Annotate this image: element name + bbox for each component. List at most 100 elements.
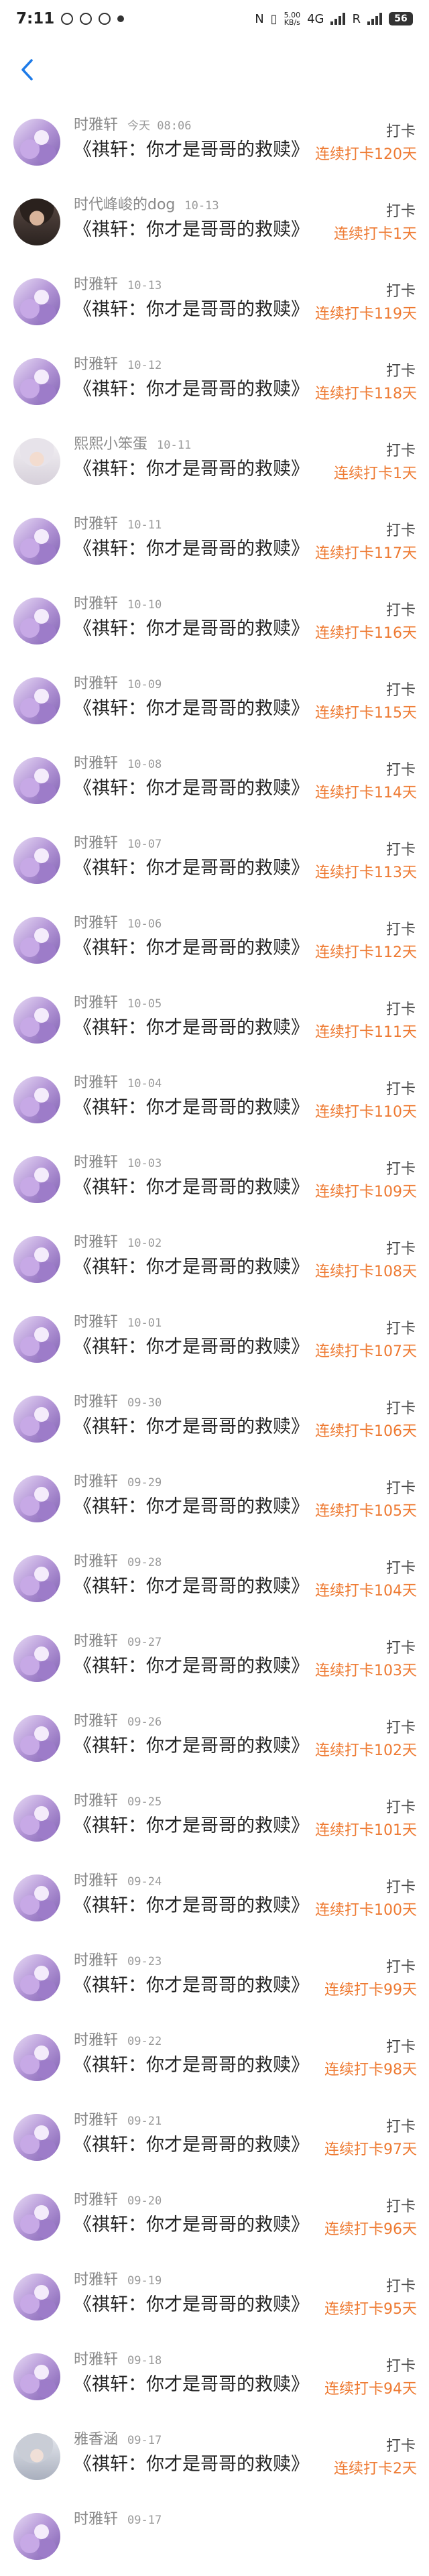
streak-count: 连续打卡97天 [324, 2141, 417, 2158]
list-item[interactable]: 时雅轩 09-17 [0, 2496, 429, 2576]
list-item[interactable]: 时雅轩 09-22 《祺轩：你才是哥哥的救赎》 打卡 连续打卡98天 [0, 2017, 429, 2097]
list-item[interactable]: 时雅轩 10-04 《祺轩：你才是哥哥的救赎》 打卡 连续打卡110天 [0, 1060, 429, 1139]
list-item[interactable]: 时雅轩 09-25 《祺轩：你才是哥哥的救赎》 打卡 连续打卡101天 [0, 1778, 429, 1858]
nfc-icon: N [255, 11, 264, 26]
vibrate-icon: ▯ [270, 11, 278, 26]
list-item[interactable]: 时雅轩 10-10 《祺轩：你才是哥哥的救赎》 打卡 连续打卡116天 [0, 581, 429, 661]
list-item[interactable]: 时代峰峻的dog 10-13 《祺轩：你才是哥哥的救赎》 打卡 连续打卡1天 [0, 182, 429, 262]
list-item[interactable]: 时雅轩 09-23 《祺轩：你才是哥哥的救赎》 打卡 连续打卡99天 [0, 1938, 429, 2017]
avatar[interactable] [13, 677, 60, 724]
avatar[interactable] [13, 1236, 60, 1283]
checkin-action-label: 打卡 [385, 1959, 416, 1976]
avatar[interactable] [13, 2353, 60, 2400]
list-item[interactable]: 时雅轩 10-01 《祺轩：你才是哥哥的救赎》 打卡 连续打卡107天 [0, 1299, 429, 1379]
username: 时雅轩 [74, 1074, 119, 1091]
list-item[interactable]: 时雅轩 今天 08:06 《祺轩：你才是哥哥的救赎》 打卡 连续打卡120天 [0, 102, 429, 182]
avatar[interactable] [13, 119, 60, 166]
avatar[interactable] [13, 199, 60, 245]
list-item[interactable]: 时雅轩 10-13 《祺轩：你才是哥哥的救赎》 打卡 连续打卡119天 [0, 262, 429, 341]
item-title: 《祺轩：你才是哥哥的救赎》 [74, 2374, 309, 2395]
avatar[interactable] [13, 1156, 60, 1203]
checkin-action-label: 打卡 [385, 2358, 416, 2375]
username: 时雅轩 [74, 356, 119, 373]
avatar[interactable] [13, 2274, 60, 2320]
avatar[interactable] [13, 598, 60, 645]
username: 时雅轩 [74, 675, 119, 692]
timestamp: 09-23 [127, 1955, 162, 1968]
list-item[interactable]: 时雅轩 10-03 《祺轩：你才是哥哥的救赎》 打卡 连续打卡109天 [0, 1139, 429, 1219]
item-meta: 时雅轩 10-04 [74, 1070, 162, 1092]
checkin-action-label: 打卡 [385, 522, 416, 539]
list-item[interactable]: 时雅轩 09-29 《祺轩：你才是哥哥的救赎》 打卡 连续打卡105天 [0, 1459, 429, 1538]
item-meta: 时雅轩 10-08 [74, 751, 162, 773]
list-item[interactable]: 时雅轩 09-21 《祺轩：你才是哥哥的救赎》 打卡 连续打卡97天 [0, 2097, 429, 2177]
avatar[interactable] [13, 1635, 60, 1682]
avatar[interactable] [13, 1555, 60, 1602]
list-item[interactable]: 时雅轩 10-08 《祺轩：你才是哥哥的救赎》 打卡 连续打卡114天 [0, 740, 429, 820]
list-item[interactable]: 时雅轩 09-20 《祺轩：你才是哥哥的救赎》 打卡 连续打卡96天 [0, 2177, 429, 2257]
avatar[interactable] [13, 757, 60, 804]
list-item[interactable]: 时雅轩 10-11 《祺轩：你才是哥哥的救赎》 打卡 连续打卡117天 [0, 501, 429, 581]
list-item[interactable]: 时雅轩 09-28 《祺轩：你才是哥哥的救赎》 打卡 连续打卡104天 [0, 1538, 429, 1618]
timestamp: 09-29 [127, 1476, 162, 1490]
avatar[interactable] [13, 997, 60, 1044]
timestamp: 10-06 [127, 917, 162, 931]
list-item[interactable]: 熙熙小笨蛋 10-11 《祺轩：你才是哥哥的救赎》 打卡 连续打卡1天 [0, 421, 429, 501]
username: 时雅轩 [74, 2272, 119, 2288]
checkin-action-label: 打卡 [385, 2438, 416, 2455]
list-item[interactable]: 时雅轩 09-19 《祺轩：你才是哥哥的救赎》 打卡 连续打卡95天 [0, 2257, 429, 2337]
avatar[interactable] [13, 2513, 60, 2560]
list-item[interactable]: 时雅轩 10-07 《祺轩：你才是哥哥的救赎》 打卡 连续打卡113天 [0, 820, 429, 900]
avatar[interactable] [13, 1954, 60, 2001]
avatar[interactable] [13, 358, 60, 405]
item-title: 《祺轩：你才是哥哥的救赎》 [74, 1097, 309, 1118]
avatar[interactable] [13, 518, 60, 565]
avatar[interactable] [13, 2194, 60, 2241]
username: 时雅轩 [74, 1234, 119, 1251]
list-item[interactable]: 时雅轩 10-09 《祺轩：你才是哥哥的救赎》 打卡 连续打卡115天 [0, 661, 429, 740]
avatar[interactable] [13, 1795, 60, 1842]
messenger-icon [80, 13, 93, 25]
avatar[interactable] [13, 837, 60, 884]
item-title: 《祺轩：你才是哥哥的救赎》 [74, 539, 309, 559]
list-item[interactable]: 时雅轩 10-12 《祺轩：你才是哥哥的救赎》 打卡 连续打卡118天 [0, 341, 429, 421]
timestamp: 10-09 [127, 678, 162, 691]
streak-count: 连续打卡119天 [315, 306, 417, 323]
item-title: 《祺轩：你才是哥哥的救赎》 [74, 1975, 309, 1996]
avatar[interactable] [13, 1396, 60, 1443]
avatar[interactable] [13, 438, 60, 485]
streak-count: 连续打卡108天 [315, 1264, 417, 1280]
list-item[interactable]: 时雅轩 10-02 《祺轩：你才是哥哥的救赎》 打卡 连续打卡108天 [0, 1219, 429, 1299]
avatar[interactable] [13, 1874, 60, 1921]
timestamp: 09-18 [127, 2354, 162, 2367]
avatar[interactable] [13, 278, 60, 325]
username: 时雅轩 [74, 2511, 119, 2528]
checkin-action-label: 打卡 [385, 602, 416, 619]
list-item[interactable]: 时雅轩 09-18 《祺轩：你才是哥哥的救赎》 打卡 连续打卡94天 [0, 2337, 429, 2416]
back-button[interactable] [12, 55, 42, 85]
list-item[interactable]: 时雅轩 09-27 《祺轩：你才是哥哥的救赎》 打卡 连续打卡103天 [0, 1618, 429, 1698]
item-meta: 时雅轩 09-20 [74, 2188, 162, 2209]
list-item[interactable]: 雅香涵 09-17 《祺轩：你才是哥哥的救赎》 打卡 连续打卡2天 [0, 2416, 429, 2496]
avatar[interactable] [13, 1316, 60, 1363]
list-item[interactable]: 时雅轩 10-06 《祺轩：你才是哥哥的救赎》 打卡 连续打卡112天 [0, 900, 429, 980]
signal-icon [330, 13, 346, 25]
list-item[interactable]: 时雅轩 09-24 《祺轩：你才是哥哥的救赎》 打卡 连续打卡100天 [0, 1858, 429, 1938]
avatar[interactable] [13, 1715, 60, 1762]
list-item[interactable]: 时雅轩 09-26 《祺轩：你才是哥哥的救赎》 打卡 连续打卡102天 [0, 1698, 429, 1778]
checkin-action-label: 打卡 [385, 1799, 416, 1816]
list-item[interactable]: 时雅轩 09-30 《祺轩：你才是哥哥的救赎》 打卡 连续打卡106天 [0, 1379, 429, 1459]
avatar[interactable] [13, 1076, 60, 1123]
avatar[interactable] [13, 917, 60, 964]
timestamp: 09-19 [127, 2274, 162, 2288]
streak-count: 连续打卡110天 [315, 1104, 417, 1121]
avatar[interactable] [13, 2114, 60, 2161]
item-title: 《祺轩：你才是哥哥的救赎》 [74, 1736, 309, 1756]
item-meta: 时雅轩 今天 08:06 [74, 113, 191, 134]
timestamp: 09-30 [127, 1396, 162, 1410]
avatar[interactable] [13, 2433, 60, 2480]
avatar[interactable] [13, 1475, 60, 1522]
streak-count: 连续打卡115天 [315, 705, 417, 722]
avatar[interactable] [13, 2034, 60, 2081]
list-item[interactable]: 时雅轩 10-05 《祺轩：你才是哥哥的救赎》 打卡 连续打卡111天 [0, 980, 429, 1060]
